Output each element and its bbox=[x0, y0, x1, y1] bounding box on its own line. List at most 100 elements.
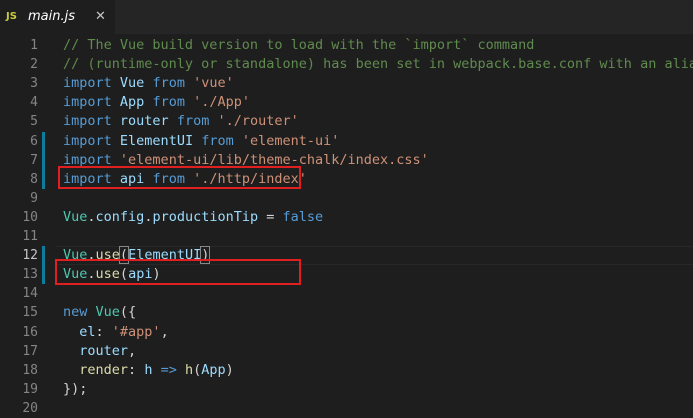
code-text: router, bbox=[63, 342, 136, 361]
code-text: // The Vue build version to load with th… bbox=[63, 36, 534, 55]
line-number: 1 bbox=[30, 38, 38, 53]
code-token: router bbox=[79, 342, 129, 359]
code-token: el bbox=[79, 323, 96, 340]
code-line[interactable]: 20 bbox=[0, 399, 693, 418]
code-token: productionTip bbox=[152, 208, 259, 225]
line-number: 11 bbox=[22, 229, 38, 244]
code-line[interactable]: 11 bbox=[0, 227, 693, 246]
code-token: './App' bbox=[193, 94, 251, 111]
code-token: Vue bbox=[95, 304, 120, 321]
line-number: 2 bbox=[30, 57, 38, 73]
line-number: 7 bbox=[30, 152, 38, 168]
line-number: 10 bbox=[22, 209, 38, 225]
code-token: : bbox=[128, 361, 145, 378]
code-line[interactable]: 19}); bbox=[0, 380, 693, 399]
line-number: 5 bbox=[30, 114, 38, 130]
code-token: '#app' bbox=[111, 323, 161, 340]
code-token: from bbox=[201, 132, 234, 149]
code-text: import ElementUI from 'element-ui' bbox=[63, 132, 339, 151]
close-icon[interactable]: ✕ bbox=[95, 9, 106, 24]
code-text: }); bbox=[63, 380, 87, 399]
code-token: router bbox=[119, 113, 169, 130]
code-token: h bbox=[185, 361, 194, 378]
code-token: ({ bbox=[119, 304, 137, 321]
code-token: , bbox=[128, 342, 137, 359]
modified-line-indicator bbox=[42, 131, 45, 151]
code-text: Vue.config.productionTip = false bbox=[63, 208, 323, 227]
line-number: 15 bbox=[22, 305, 38, 321]
line-number: 18 bbox=[22, 362, 38, 378]
code-text: render: h => h(App) bbox=[63, 361, 234, 380]
code-token: from bbox=[152, 94, 185, 111]
line-number: 12 bbox=[22, 248, 38, 264]
line-number: 19 bbox=[22, 381, 38, 397]
tab-bar: JS main.js ✕ bbox=[0, 0, 693, 34]
code-token: // (runtime-only or standalone) has been… bbox=[63, 56, 693, 73]
code-token: import bbox=[63, 75, 112, 92]
code-line[interactable]: 5 import router from './router' bbox=[0, 112, 693, 131]
code-token: from bbox=[152, 75, 185, 92]
code-token: import bbox=[63, 94, 112, 111]
code-line[interactable]: 4 import App from './App' bbox=[0, 93, 693, 112]
code-text: import router from './router' bbox=[63, 112, 299, 131]
code-line[interactable]: 15 new Vue({ bbox=[0, 303, 693, 322]
code-token: 'vue' bbox=[193, 75, 234, 92]
code-line[interactable]: 3 import Vue from 'vue' bbox=[0, 74, 693, 93]
code-text: new Vue({ bbox=[63, 303, 136, 322]
code-token: from bbox=[176, 113, 210, 130]
code-token: import bbox=[63, 113, 112, 130]
highlight-box-import-api bbox=[58, 166, 301, 189]
code-token: render bbox=[79, 361, 129, 378]
code-token: . bbox=[87, 208, 96, 225]
code-line[interactable]: 14 bbox=[0, 284, 693, 303]
code-text: import Vue from 'vue' bbox=[63, 74, 234, 93]
modified-line-indicator bbox=[42, 150, 45, 170]
code-token: // The Vue build version to load with th… bbox=[63, 37, 535, 53]
javascript-file-icon: JS bbox=[6, 11, 17, 22]
highlight-box-vue-use-api bbox=[55, 259, 301, 285]
line-number: 13 bbox=[22, 267, 38, 283]
modified-line-indicator bbox=[42, 169, 45, 189]
code-token: './router' bbox=[217, 113, 299, 130]
code-token: : bbox=[95, 323, 112, 340]
code-token: ElementUI bbox=[119, 132, 194, 149]
code-token: config bbox=[95, 208, 145, 225]
tab-label: main.js bbox=[28, 9, 75, 24]
code-token: Vue bbox=[119, 75, 145, 92]
code-line[interactable]: 16 el: '#app', bbox=[0, 323, 693, 342]
code-token: Vue bbox=[63, 208, 88, 225]
code-editor[interactable]: 1 // The Vue build version to load with t… bbox=[0, 34, 693, 416]
code-text: // (runtime-only or standalone) has been… bbox=[63, 55, 693, 74]
code-line[interactable]: 17 router, bbox=[0, 342, 693, 361]
code-text: import App from './App' bbox=[63, 93, 250, 112]
code-token: = bbox=[258, 208, 283, 225]
line-number: 3 bbox=[30, 76, 38, 92]
code-line[interactable]: 1 // The Vue build version to load with t… bbox=[0, 36, 693, 55]
tab-main-js[interactable]: JS main.js ✕ bbox=[0, 0, 115, 34]
line-number: 14 bbox=[22, 286, 38, 302]
code-line[interactable]: 9 bbox=[0, 189, 693, 208]
modified-line-indicator bbox=[42, 265, 45, 285]
code-token: }); bbox=[63, 380, 88, 397]
code-line[interactable]: 6 import ElementUI from 'element-ui' bbox=[0, 131, 693, 151]
code-token: 'element-ui' bbox=[241, 132, 340, 149]
code-line[interactable]: 10 Vue.config.productionTip = false bbox=[0, 208, 693, 227]
code-token: App bbox=[201, 361, 226, 378]
line-number: 20 bbox=[22, 400, 38, 416]
code-token: false bbox=[282, 208, 324, 225]
line-number: 6 bbox=[30, 133, 38, 149]
line-number: 4 bbox=[30, 95, 38, 111]
code-line[interactable]: 18 render: h => h(App) bbox=[0, 361, 693, 380]
code-text: el: '#app', bbox=[63, 323, 168, 342]
code-line[interactable]: 2 // (runtime-only or standalone) has bee… bbox=[0, 55, 693, 74]
